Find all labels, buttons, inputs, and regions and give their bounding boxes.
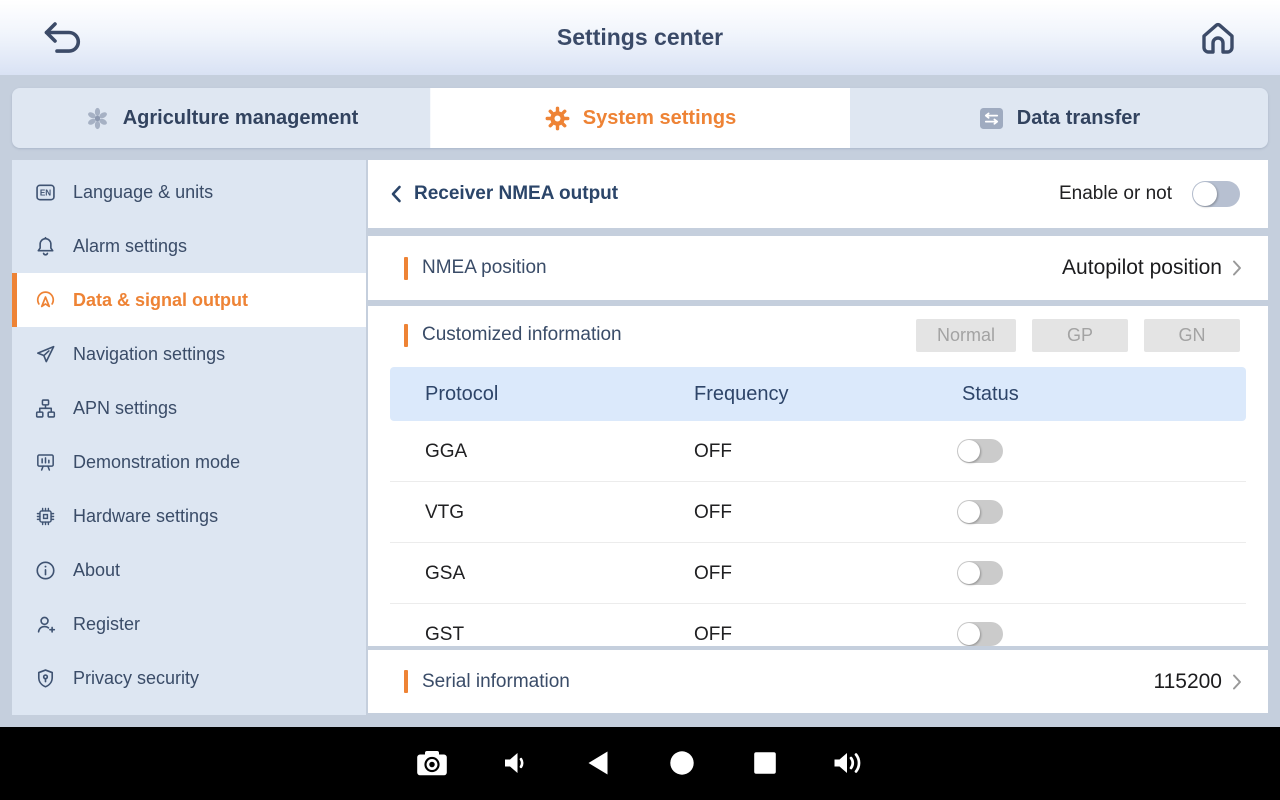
data-transfer-icon [978,106,1005,131]
sidebar-item-demonstration-mode[interactable]: Demonstration mode [12,435,366,489]
column-header-status: Status [962,367,1019,421]
sidebar-item-label: APN settings [73,398,177,419]
enable-toggle[interactable] [1192,181,1240,207]
sidebar-item-label: Navigation settings [73,344,225,365]
orange-accent-bar [404,257,408,280]
tab-data-transfer[interactable]: Data transfer [850,88,1268,148]
status-toggle[interactable] [957,439,1003,463]
presentation-board-icon [33,450,57,474]
sidebar-item-privacy-security[interactable]: Privacy security [12,651,366,705]
gn-button[interactable]: GN [1144,319,1240,352]
language-en-icon: EN [33,180,57,204]
nmea-position-label: NMEA position [422,257,547,279]
table-row-gst: GST OFF [390,604,1246,646]
chevron-left-icon[interactable] [390,185,402,203]
network-sitemap-icon [33,396,57,420]
sidebar-item-label: Demonstration mode [73,452,240,473]
table-row-vtg: VTG OFF [390,482,1246,543]
sidebar-item-label: Register [73,614,140,635]
status-toggle[interactable] [957,561,1003,585]
protocol-cell: GST [425,604,464,646]
settings-sidebar: EN Language & units Alarm settings [12,160,366,715]
serial-information-row[interactable]: Serial information 115200 [368,650,1268,713]
column-header-frequency: Frequency [694,367,789,421]
panel-header-card: Receiver NMEA output Enable or not [368,160,1268,228]
orange-accent-bar [404,670,408,693]
settings-center-screen: Settings center Agriculture management [0,0,1280,800]
camera-icon[interactable] [416,750,448,777]
orange-accent-bar [404,324,408,347]
customized-information-label: Customized information [422,324,622,346]
tab-system-settings[interactable]: System settings [431,88,850,148]
android-navbar [0,727,1280,800]
svg-text:EN: EN [39,188,50,197]
normal-button[interactable]: Normal [916,319,1016,352]
protocol-cell: GGA [425,421,467,482]
chevron-right-icon [1232,260,1242,276]
protocol-cell: GSA [425,543,465,604]
signal-broadcast-icon [33,288,57,312]
sidebar-item-data-signal-output[interactable]: Data & signal output [12,273,366,327]
bell-icon [33,234,57,258]
sidebar-item-label: Privacy security [73,668,199,689]
sidebar-item-hardware-settings[interactable]: Hardware settings [12,489,366,543]
protocol-table-header: Protocol Frequency Status [390,367,1246,421]
back-triangle-icon[interactable] [587,750,610,776]
sidebar-item-about[interactable]: About [12,543,366,597]
table-row-gga: GGA OFF [390,421,1246,482]
protocol-table: Protocol Frequency Status GGA OFF VTG OF… [390,367,1246,646]
volume-down-icon[interactable] [502,750,529,777]
shield-key-icon [33,666,57,690]
sidebar-item-navigation-settings[interactable]: Navigation settings [12,327,366,381]
nmea-position-value: Autopilot position [1062,256,1222,280]
table-row-gsa: GSA OFF [390,543,1246,604]
sidebar-item-label: Data & signal output [73,290,248,311]
page-title: Settings center [0,0,1280,75]
status-toggle[interactable] [957,622,1003,646]
serial-information-label: Serial information [422,671,570,693]
panel-title: Receiver NMEA output [414,183,618,205]
sidebar-item-label: About [73,560,120,581]
gear-icon [544,105,571,132]
tab-label: Data transfer [1017,107,1140,130]
serial-information-value: 115200 [1153,670,1222,694]
volume-up-icon[interactable] [833,749,864,778]
top-header: Settings center [0,0,1280,75]
frequency-cell[interactable]: OFF [694,604,732,646]
sidebar-item-language-units[interactable]: EN Language & units [12,165,366,219]
enable-or-not-label: Enable or not [1059,183,1172,205]
protocol-cell: VTG [425,482,464,543]
sidebar-item-register[interactable]: Register [12,597,366,651]
frequency-cell[interactable]: OFF [694,421,732,482]
home-circle-icon[interactable] [669,750,695,776]
sidebar-item-apn-settings[interactable]: APN settings [12,381,366,435]
sidebar-item-alarm-settings[interactable]: Alarm settings [12,219,366,273]
nmea-position-row[interactable]: NMEA position Autopilot position [368,236,1268,300]
frequency-cell[interactable]: OFF [694,482,732,543]
home-icon [1198,18,1238,58]
paper-plane-icon [33,342,57,366]
chip-icon [33,504,57,528]
gp-button[interactable]: GP [1032,319,1128,352]
column-header-protocol: Protocol [425,367,498,421]
status-toggle[interactable] [957,500,1003,524]
tab-label: Agriculture management [123,107,359,130]
home-button[interactable] [1198,18,1238,58]
sidebar-item-label: Hardware settings [73,506,218,527]
recents-square-icon[interactable] [753,751,777,775]
agriculture-flower-icon [84,105,111,132]
main-tabbar: Agriculture management System settings [12,88,1268,148]
chevron-right-icon [1232,674,1242,690]
sidebar-item-label: Language & units [73,182,213,203]
tab-label: System settings [583,107,736,130]
frequency-cell[interactable]: OFF [694,543,732,604]
info-circle-icon [33,558,57,582]
tab-agriculture-management[interactable]: Agriculture management [12,88,431,148]
sidebar-item-label: Alarm settings [73,236,187,257]
customized-information-card: Customized information Normal GP GN Prot… [368,306,1268,646]
user-plus-icon [33,612,57,636]
customized-information-row: Customized information Normal GP GN [368,306,1268,364]
